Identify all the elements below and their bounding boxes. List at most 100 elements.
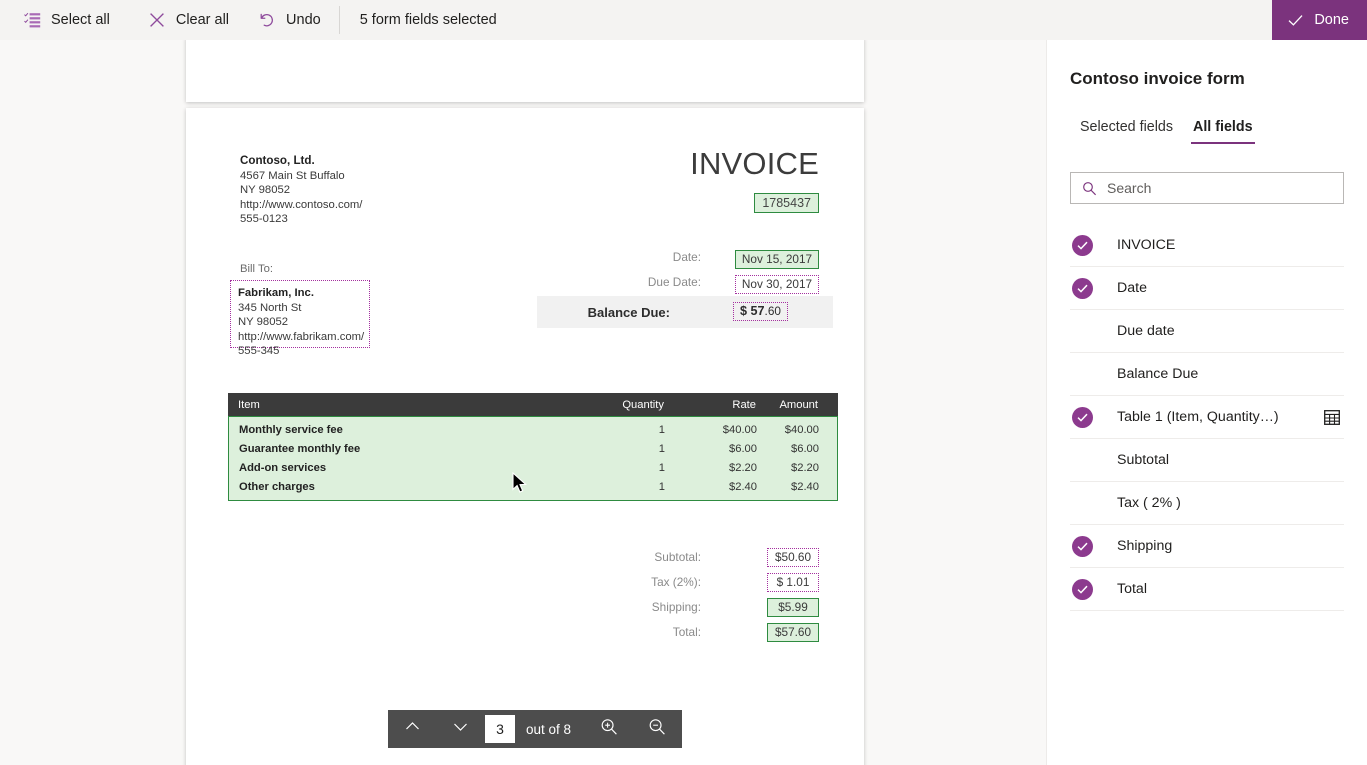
cell-rate: $2.20 bbox=[729, 461, 757, 474]
table-row[interactable]: Other charges 1 $2.40 $2.40 bbox=[229, 477, 837, 496]
field-checked-icon[interactable] bbox=[1072, 277, 1093, 299]
cell-rate: $6.00 bbox=[729, 442, 757, 455]
undo-icon bbox=[257, 10, 277, 30]
company-address-2: NY 98052 bbox=[240, 184, 291, 197]
undo-label: Undo bbox=[286, 12, 321, 28]
field-list: INVOICE Date Due date Balance Due Table … bbox=[1070, 224, 1344, 611]
field-row-balance-due[interactable]: Balance Due bbox=[1070, 353, 1344, 396]
cell-amount: $2.40 bbox=[791, 480, 819, 493]
invoice-date-field[interactable]: Nov 15, 2017 bbox=[735, 250, 819, 269]
zoom-in-icon bbox=[599, 717, 619, 742]
column-header-item: Item bbox=[238, 398, 260, 411]
cell-item: Guarantee monthly fee bbox=[239, 442, 361, 455]
bill-to-phone: 555-345 bbox=[238, 345, 280, 358]
field-row-invoice[interactable]: INVOICE bbox=[1070, 224, 1344, 267]
toolbar-divider-2 bbox=[338, 6, 340, 34]
field-row-tax[interactable]: Tax ( 2% ) bbox=[1070, 482, 1344, 525]
cell-item: Add-on services bbox=[239, 461, 327, 474]
field-unchecked-icon[interactable] bbox=[1072, 364, 1093, 385]
clear-all-label: Clear all bbox=[175, 12, 230, 28]
cell-item: Monthly service fee bbox=[239, 423, 343, 436]
field-row-total[interactable]: Total bbox=[1070, 568, 1344, 611]
selection-status-text: 5 form fields selected bbox=[359, 12, 497, 28]
company-phone: 555-0123 bbox=[240, 213, 288, 226]
company-website: http://www.contoso.com/ bbox=[240, 198, 363, 211]
tab-selected-fields[interactable]: Selected fields bbox=[1070, 119, 1183, 144]
field-label: Total bbox=[1117, 581, 1147, 597]
page-number-input[interactable] bbox=[485, 715, 515, 743]
field-row-table-1[interactable]: Table 1 (Item, Quantity…) bbox=[1070, 396, 1344, 439]
table-body-selected[interactable]: Monthly service fee 1 $40.00 $40.00 Guar… bbox=[228, 416, 838, 501]
balance-due-cents: .60 bbox=[764, 304, 781, 318]
tab-all-fields[interactable]: All fields bbox=[1183, 119, 1263, 144]
cell-quantity: 1 bbox=[658, 461, 665, 474]
field-checked-icon[interactable] bbox=[1072, 406, 1093, 428]
field-row-due-date[interactable]: Due date bbox=[1070, 310, 1344, 353]
undo-button[interactable]: Undo bbox=[243, 0, 335, 40]
invoice-content: Contoso, Ltd. 4567 Main St Buffalo NY 98… bbox=[186, 108, 864, 765]
tax-label: Tax (2%): bbox=[651, 575, 701, 589]
select-all-label: Select all bbox=[51, 12, 110, 28]
field-row-date[interactable]: Date bbox=[1070, 267, 1344, 310]
panel-tabs: Selected fields All fields bbox=[1070, 110, 1263, 144]
totals-section: Subtotal: $50.60 Tax (2%): $ 1.01 Shippi… bbox=[186, 548, 864, 648]
tax-row: Tax (2%): $ 1.01 bbox=[186, 573, 864, 598]
clear-all-button[interactable]: Clear all bbox=[133, 0, 243, 40]
subtotal-label: Subtotal: bbox=[654, 550, 701, 564]
due-date-label: Due Date: bbox=[647, 275, 701, 289]
due-date-field[interactable]: Nov 30, 2017 bbox=[735, 275, 819, 294]
next-page-button[interactable] bbox=[436, 710, 484, 748]
document-page-previous[interactable] bbox=[186, 40, 864, 102]
search-box[interactable] bbox=[1070, 172, 1344, 204]
cell-quantity: 1 bbox=[658, 480, 665, 493]
table-icon[interactable] bbox=[1324, 409, 1340, 425]
field-row-subtotal[interactable]: Subtotal bbox=[1070, 439, 1344, 482]
balance-due-field[interactable]: $ 57.60 bbox=[733, 302, 788, 321]
page-count-label: out of 8 bbox=[526, 721, 572, 737]
due-date-row: Due Date: Nov 30, 2017 bbox=[186, 275, 864, 297]
chevron-down-icon bbox=[451, 717, 470, 741]
table-header-row: Item Quantity Rate Amount bbox=[228, 393, 838, 416]
invoice-number-field[interactable]: 1785437 bbox=[754, 193, 819, 213]
field-label: Due date bbox=[1117, 323, 1175, 339]
subtotal-field[interactable]: $50.60 bbox=[767, 548, 819, 567]
done-label: Done bbox=[1314, 12, 1349, 28]
field-checked-icon[interactable] bbox=[1072, 535, 1093, 557]
select-all-button[interactable]: Select all bbox=[8, 0, 124, 40]
cell-amount: $40.00 bbox=[784, 423, 819, 436]
column-header-quantity: Quantity bbox=[622, 398, 664, 411]
zoom-out-button[interactable] bbox=[633, 710, 681, 748]
checkmark-icon bbox=[1286, 11, 1304, 29]
table-row[interactable]: Guarantee monthly fee 1 $6.00 $6.00 bbox=[229, 439, 837, 458]
page-navigation-bar: out of 8 bbox=[388, 710, 682, 748]
field-unchecked-icon[interactable] bbox=[1072, 493, 1093, 514]
field-unchecked-icon[interactable] bbox=[1072, 321, 1093, 342]
zoom-in-button[interactable] bbox=[585, 710, 633, 748]
shipping-row: Shipping: $5.99 bbox=[186, 598, 864, 623]
field-checked-icon[interactable] bbox=[1072, 578, 1093, 600]
field-checked-icon[interactable] bbox=[1072, 234, 1093, 256]
previous-page-button[interactable] bbox=[388, 710, 436, 748]
cell-rate: $40.00 bbox=[722, 423, 757, 436]
total-field[interactable]: $57.60 bbox=[767, 623, 819, 642]
fields-panel: Contoso invoice form Selected fields All… bbox=[1046, 40, 1367, 765]
cell-quantity: 1 bbox=[658, 423, 665, 436]
done-button[interactable]: Done bbox=[1272, 0, 1367, 40]
line-items-table[interactable]: Item Quantity Rate Amount Monthly servic… bbox=[228, 393, 838, 501]
total-label: Total: bbox=[672, 625, 701, 639]
cell-item: Other charges bbox=[239, 480, 315, 493]
zoom-out-icon bbox=[647, 717, 667, 742]
field-unchecked-icon[interactable] bbox=[1072, 450, 1093, 471]
search-input[interactable] bbox=[1105, 179, 1343, 197]
table-row[interactable]: Monthly service fee 1 $40.00 $40.00 bbox=[229, 420, 837, 439]
tax-field[interactable]: $ 1.01 bbox=[767, 573, 819, 592]
field-label: Table 1 (Item, Quantity…) bbox=[1117, 409, 1279, 425]
table-row[interactable]: Add-on services 1 $2.20 $2.20 bbox=[229, 458, 837, 477]
document-page-current[interactable]: Contoso, Ltd. 4567 Main St Buffalo NY 98… bbox=[186, 108, 864, 765]
document-canvas[interactable]: Contoso, Ltd. 4567 Main St Buffalo NY 98… bbox=[0, 40, 1046, 765]
field-row-shipping[interactable]: Shipping bbox=[1070, 525, 1344, 568]
subtotal-row: Subtotal: $50.60 bbox=[186, 548, 864, 573]
total-row: Total: $57.60 bbox=[186, 623, 864, 648]
shipping-field[interactable]: $5.99 bbox=[767, 598, 819, 617]
field-label: Subtotal bbox=[1117, 452, 1170, 468]
